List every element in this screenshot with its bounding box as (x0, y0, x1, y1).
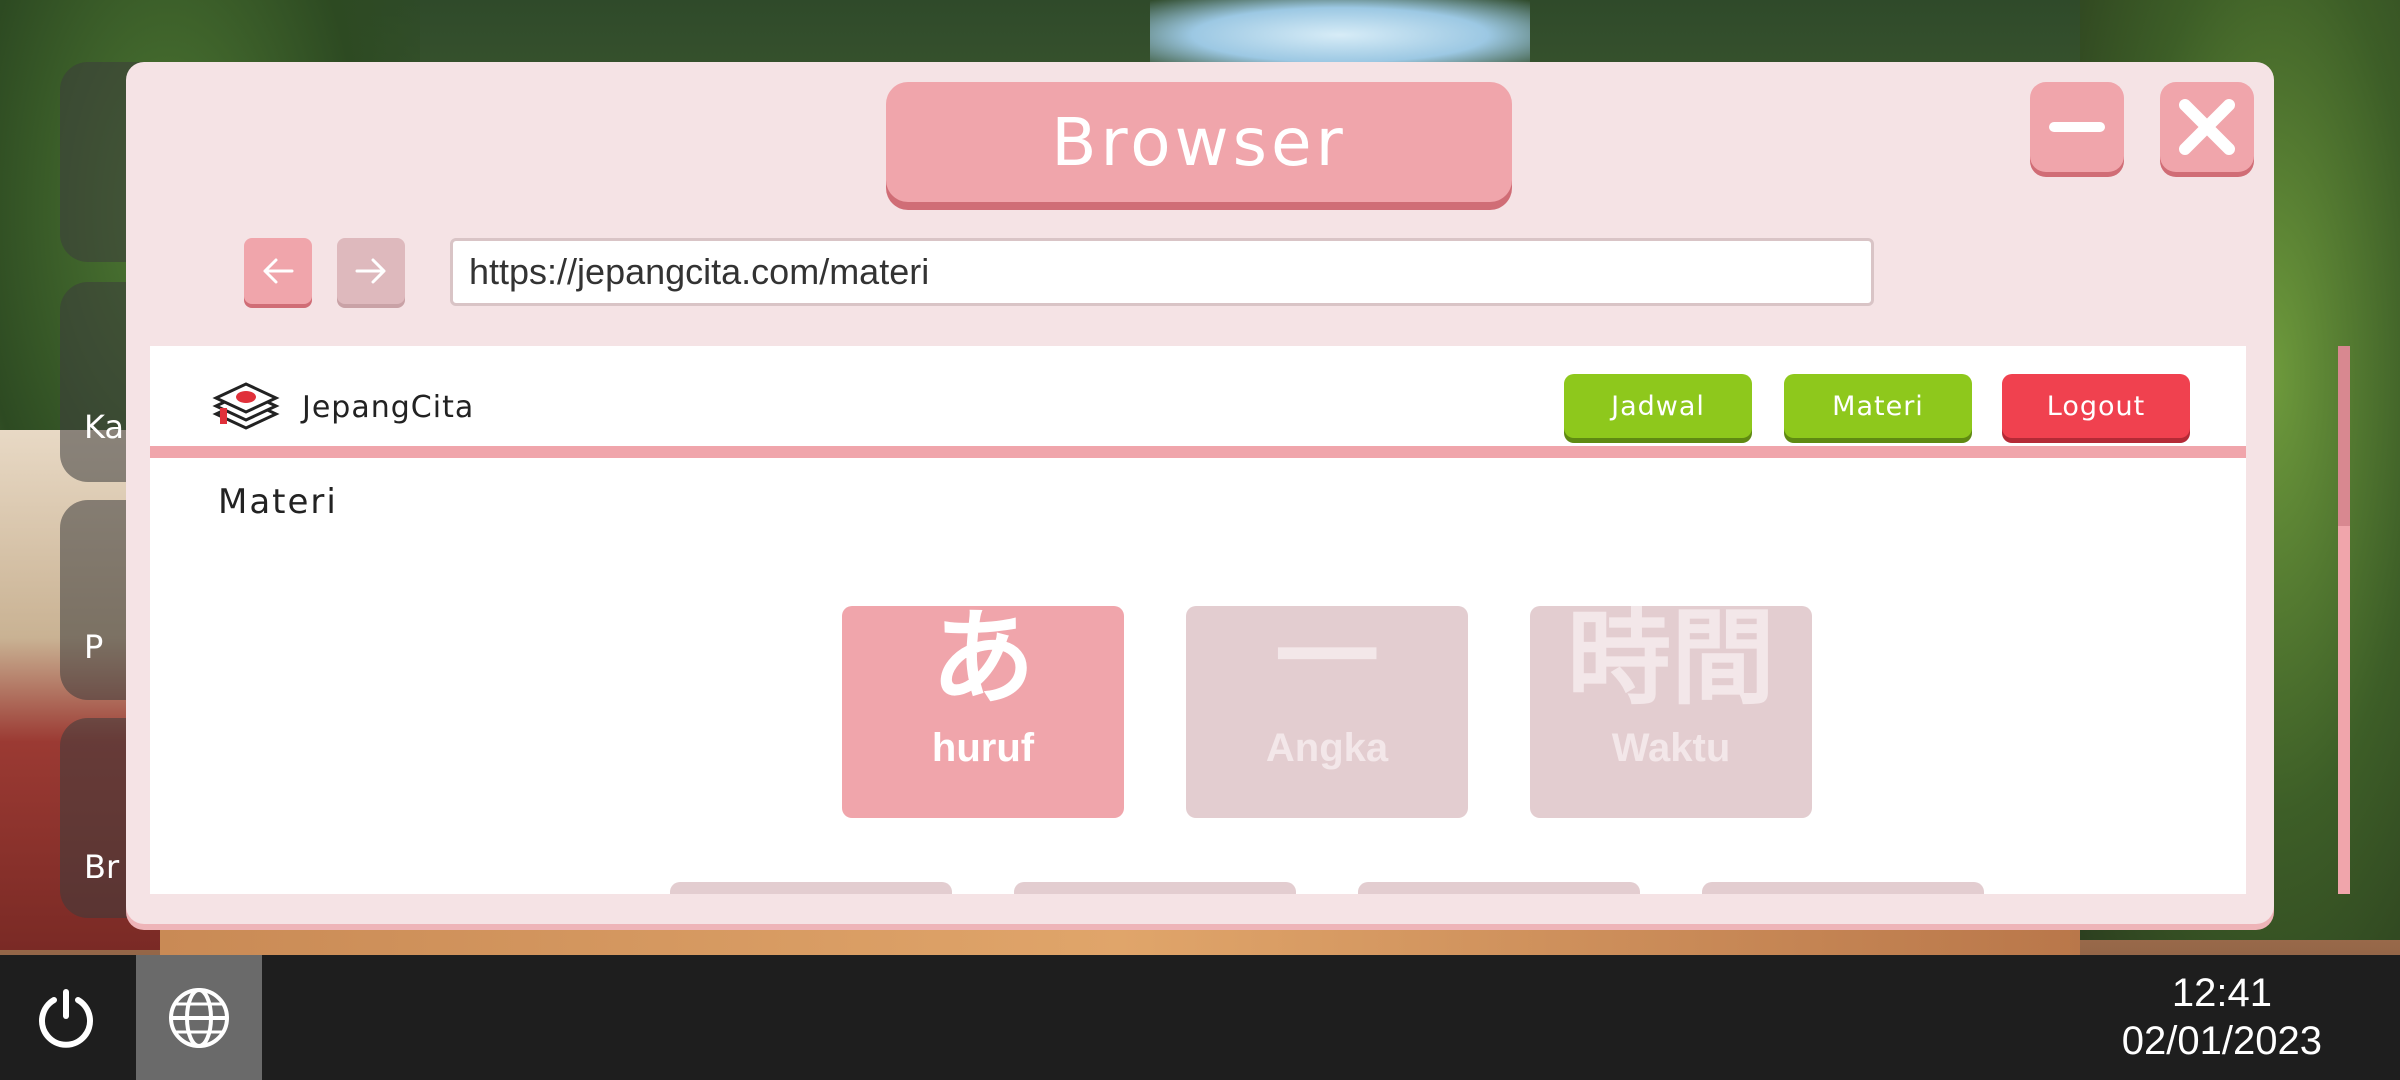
taskbar: 12:41 02/01/2023 (0, 955, 2400, 1080)
site-name: JepangCita (302, 390, 475, 425)
minimize-icon (2049, 122, 2105, 132)
scrollbar-thumb[interactable] (2338, 346, 2350, 526)
scrollbar[interactable] (2338, 346, 2350, 894)
desktop-icon-profile-label: P (84, 628, 104, 666)
page-viewport: JepangCita Jadwal Materi Logout Materi あ… (150, 346, 2246, 894)
jepangcita-logo-icon (212, 382, 280, 430)
clock-time: 12:41 (2171, 971, 2272, 1015)
card-locked[interactable] (1702, 882, 1984, 894)
logout-button[interactable]: Logout (2002, 374, 2190, 438)
globe-icon (169, 987, 229, 1048)
arrow-right-icon (355, 258, 386, 284)
power-button[interactable] (20, 977, 112, 1059)
clock-date: 02/01/2023 (2121, 1019, 2322, 1063)
card-locked[interactable] (670, 882, 952, 894)
arrow-left-icon (263, 258, 294, 284)
card-huruf[interactable]: あ huruf (842, 606, 1124, 818)
materi-button[interactable]: Materi (1784, 374, 1972, 438)
page-title: Materi (218, 482, 338, 522)
card-locked[interactable] (1358, 882, 1640, 894)
window-title: Browser (886, 82, 1512, 202)
clock: 12:41 02/01/2023 (2122, 969, 2322, 1065)
back-button[interactable] (244, 238, 312, 304)
card-angka-label: Angka (1265, 726, 1389, 770)
background-sky (1150, 0, 1530, 70)
card-waktu[interactable]: 時間 Waktu (1530, 606, 1812, 818)
jadwal-button[interactable]: Jadwal (1564, 374, 1752, 438)
desktop-icon-calendar-label: Ka (84, 408, 125, 446)
card-angka-glyph: 一 (1274, 606, 1379, 719)
card-angka[interactable]: 一 Angka (1186, 606, 1468, 818)
browser-window: Browser JepangCita Jad (126, 62, 2350, 924)
card-waktu-glyph: 時間 (1566, 606, 1775, 719)
card-huruf-label: huruf (931, 726, 1035, 770)
card-locked[interactable] (1014, 882, 1296, 894)
power-icon (39, 989, 93, 1048)
close-button[interactable] (2160, 82, 2254, 172)
close-icon (2179, 99, 2235, 155)
card-waktu-label: Waktu (1611, 726, 1731, 770)
forward-button[interactable] (337, 238, 405, 304)
minimize-button[interactable] (2030, 82, 2124, 172)
card-huruf-glyph: あ (930, 606, 1035, 719)
taskbar-browser-button[interactable] (136, 955, 262, 1080)
site-header: JepangCita Jadwal Materi Logout (150, 346, 2246, 458)
desktop-icon-browser-label: Br (84, 848, 120, 886)
url-input[interactable] (450, 238, 1874, 306)
